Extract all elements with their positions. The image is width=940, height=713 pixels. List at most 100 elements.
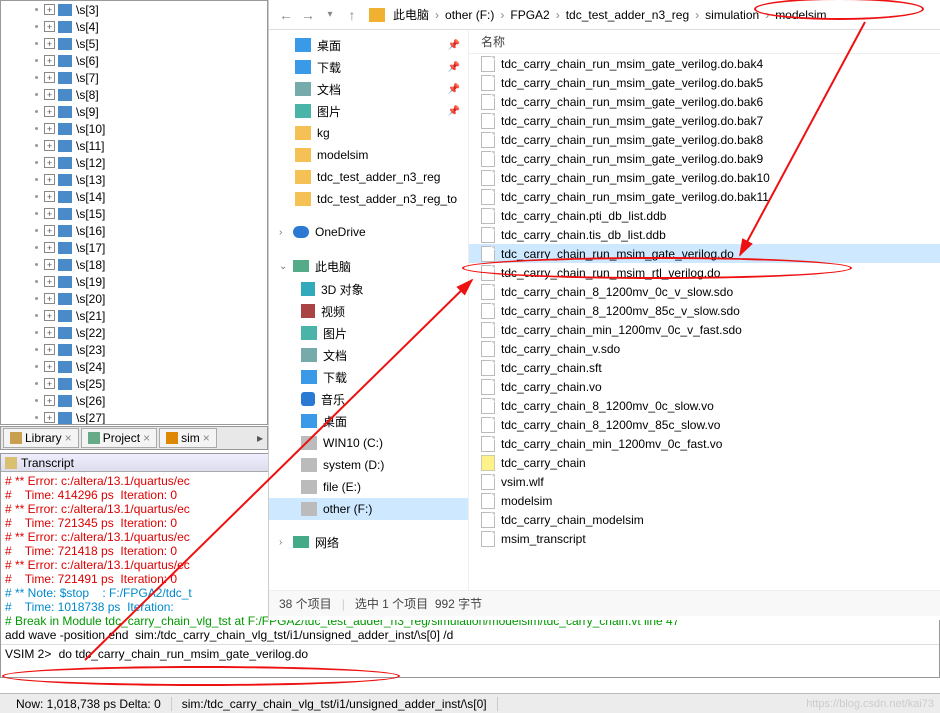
expand-icon[interactable]: +: [44, 191, 55, 202]
nav-item[interactable]: 图片: [269, 322, 468, 344]
expand-icon[interactable]: +: [44, 378, 55, 389]
expand-icon[interactable]: +: [44, 242, 55, 253]
nav-item[interactable]: 音乐: [269, 388, 468, 410]
expand-icon[interactable]: +: [44, 21, 55, 32]
breadcrumb-segment[interactable]: other (F:): [441, 8, 498, 22]
nav-item[interactable]: 视频: [269, 300, 468, 322]
file-row[interactable]: tdc_carry_chain.sft: [469, 358, 940, 377]
expand-icon[interactable]: +: [44, 140, 55, 151]
expand-icon[interactable]: +: [44, 276, 55, 287]
file-row[interactable]: tdc_carry_chain_run_msim_gate_verilog.do: [469, 244, 940, 263]
breadcrumb-segment[interactable]: tdc_test_adder_n3_reg: [562, 8, 693, 22]
tree-item[interactable]: +\s[21]: [1, 307, 267, 324]
expand-icon[interactable]: +: [44, 327, 55, 338]
file-row[interactable]: tdc_carry_chain_run_msim_rtl_verilog.do: [469, 263, 940, 282]
file-row[interactable]: tdc_carry_chain_run_msim_gate_verilog.do…: [469, 92, 940, 111]
breadcrumb-segment[interactable]: simulation: [701, 8, 763, 22]
expand-icon[interactable]: +: [44, 259, 55, 270]
nav-item[interactable]: 下载: [269, 366, 468, 388]
file-row[interactable]: tdc_carry_chain_run_msim_gate_verilog.do…: [469, 111, 940, 130]
file-row[interactable]: vsim.wlf: [469, 472, 940, 491]
tree-item[interactable]: +\s[9]: [1, 103, 267, 120]
nav-group-network[interactable]: ›网络: [269, 530, 468, 554]
file-row[interactable]: tdc_carry_chain_modelsim: [469, 510, 940, 529]
tree-item[interactable]: +\s[6]: [1, 52, 267, 69]
tree-item[interactable]: +\s[8]: [1, 86, 267, 103]
nav-item[interactable]: file (E:): [269, 476, 468, 498]
expand-icon[interactable]: +: [44, 208, 55, 219]
expand-icon[interactable]: +: [44, 106, 55, 117]
nav-forward-button[interactable]: →: [297, 4, 319, 26]
tree-item[interactable]: +\s[16]: [1, 222, 267, 239]
file-row[interactable]: tdc_carry_chain_run_msim_gate_verilog.do…: [469, 187, 940, 206]
tabs-overflow[interactable]: ▸: [253, 431, 267, 445]
nav-item[interactable]: 文档: [269, 344, 468, 366]
file-row[interactable]: tdc_carry_chain_run_msim_gate_verilog.do…: [469, 168, 940, 187]
file-row[interactable]: tdc_carry_chain_8_1200mv_0c_v_slow.sdo: [469, 282, 940, 301]
nav-item[interactable]: 下载📌: [269, 56, 468, 78]
command-input[interactable]: do tdc_carry_chain_run_msim_gate_verilog…: [59, 647, 308, 661]
file-row[interactable]: tdc_carry_chain.tis_db_list.ddb: [469, 225, 940, 244]
tree-item[interactable]: +\s[20]: [1, 290, 267, 307]
nav-group-onedrive[interactable]: ›OneDrive: [269, 220, 468, 244]
tree-item[interactable]: +\s[22]: [1, 324, 267, 341]
expand-icon[interactable]: +: [44, 157, 55, 168]
expand-icon[interactable]: +: [44, 310, 55, 321]
close-icon[interactable]: ×: [143, 431, 150, 445]
tree-item[interactable]: +\s[11]: [1, 137, 267, 154]
expand-icon[interactable]: +: [44, 293, 55, 304]
nav-group-thispc[interactable]: ⌄此电脑: [269, 254, 468, 278]
file-row[interactable]: tdc_carry_chain_8_1200mv_85c_slow.vo: [469, 415, 940, 434]
tree-item[interactable]: +\s[10]: [1, 120, 267, 137]
file-row[interactable]: modelsim: [469, 491, 940, 510]
file-row[interactable]: tdc_carry_chain_v.sdo: [469, 339, 940, 358]
tree-item[interactable]: +\s[14]: [1, 188, 267, 205]
file-row[interactable]: tdc_carry_chain_min_1200mv_0c_v_fast.sdo: [469, 320, 940, 339]
tab-library[interactable]: Library ×: [3, 428, 79, 448]
file-row[interactable]: tdc_carry_chain: [469, 453, 940, 472]
tree-item[interactable]: +\s[13]: [1, 171, 267, 188]
expand-icon[interactable]: +: [44, 89, 55, 100]
expand-icon[interactable]: +: [44, 361, 55, 372]
close-icon[interactable]: ×: [65, 431, 72, 445]
nav-item[interactable]: 3D 对象: [269, 278, 468, 300]
expand-icon[interactable]: +: [44, 412, 55, 423]
file-row[interactable]: tdc_carry_chain_run_msim_gate_verilog.do…: [469, 149, 940, 168]
close-icon[interactable]: ×: [203, 431, 210, 445]
tree-item[interactable]: +\s[19]: [1, 273, 267, 290]
tree-item[interactable]: +\s[24]: [1, 358, 267, 375]
nav-pane[interactable]: 桌面📌下载📌文档📌图片📌kgmodelsimtdc_test_adder_n3_…: [269, 30, 469, 590]
tree-item[interactable]: +\s[3]: [1, 1, 267, 18]
nav-back-button[interactable]: ←: [275, 4, 297, 26]
file-row[interactable]: tdc_carry_chain.pti_db_list.ddb: [469, 206, 940, 225]
file-row[interactable]: tdc_carry_chain_min_1200mv_0c_fast.vo: [469, 434, 940, 453]
nav-item[interactable]: other (F:): [269, 498, 468, 520]
tree-item[interactable]: +\s[15]: [1, 205, 267, 222]
tab-sim[interactable]: sim ×: [159, 428, 217, 448]
command-prompt-line[interactable]: VSIM 2> do tdc_carry_chain_run_msim_gate…: [1, 644, 939, 664]
tree-item[interactable]: +\s[26]: [1, 392, 267, 409]
nav-history-button[interactable]: ▾: [319, 4, 341, 26]
file-row[interactable]: tdc_carry_chain_8_1200mv_85c_v_slow.sdo: [469, 301, 940, 320]
tree-item[interactable]: +\s[17]: [1, 239, 267, 256]
nav-up-button[interactable]: ↑: [341, 4, 363, 26]
tree-item[interactable]: +\s[18]: [1, 256, 267, 273]
expand-icon[interactable]: +: [44, 38, 55, 49]
nav-item[interactable]: 文档📌: [269, 78, 468, 100]
expand-icon[interactable]: +: [44, 225, 55, 236]
expand-icon[interactable]: +: [44, 123, 55, 134]
expand-icon[interactable]: +: [44, 55, 55, 66]
expand-icon[interactable]: +: [44, 395, 55, 406]
breadcrumb-segment[interactable]: 此电脑: [389, 8, 433, 22]
nav-item[interactable]: 桌面: [269, 410, 468, 432]
breadcrumb-segment[interactable]: modelsim: [771, 8, 830, 22]
file-row[interactable]: tdc_carry_chain_8_1200mv_0c_slow.vo: [469, 396, 940, 415]
breadcrumb-segment[interactable]: FPGA2: [506, 8, 553, 22]
expand-icon[interactable]: +: [44, 344, 55, 355]
nav-item[interactable]: system (D:): [269, 454, 468, 476]
tree-item[interactable]: +\s[25]: [1, 375, 267, 392]
nav-item[interactable]: tdc_test_adder_n3_reg: [269, 166, 468, 188]
file-row[interactable]: tdc_carry_chain_run_msim_gate_verilog.do…: [469, 130, 940, 149]
tree-item[interactable]: +\s[5]: [1, 35, 267, 52]
tree-item[interactable]: +\s[12]: [1, 154, 267, 171]
